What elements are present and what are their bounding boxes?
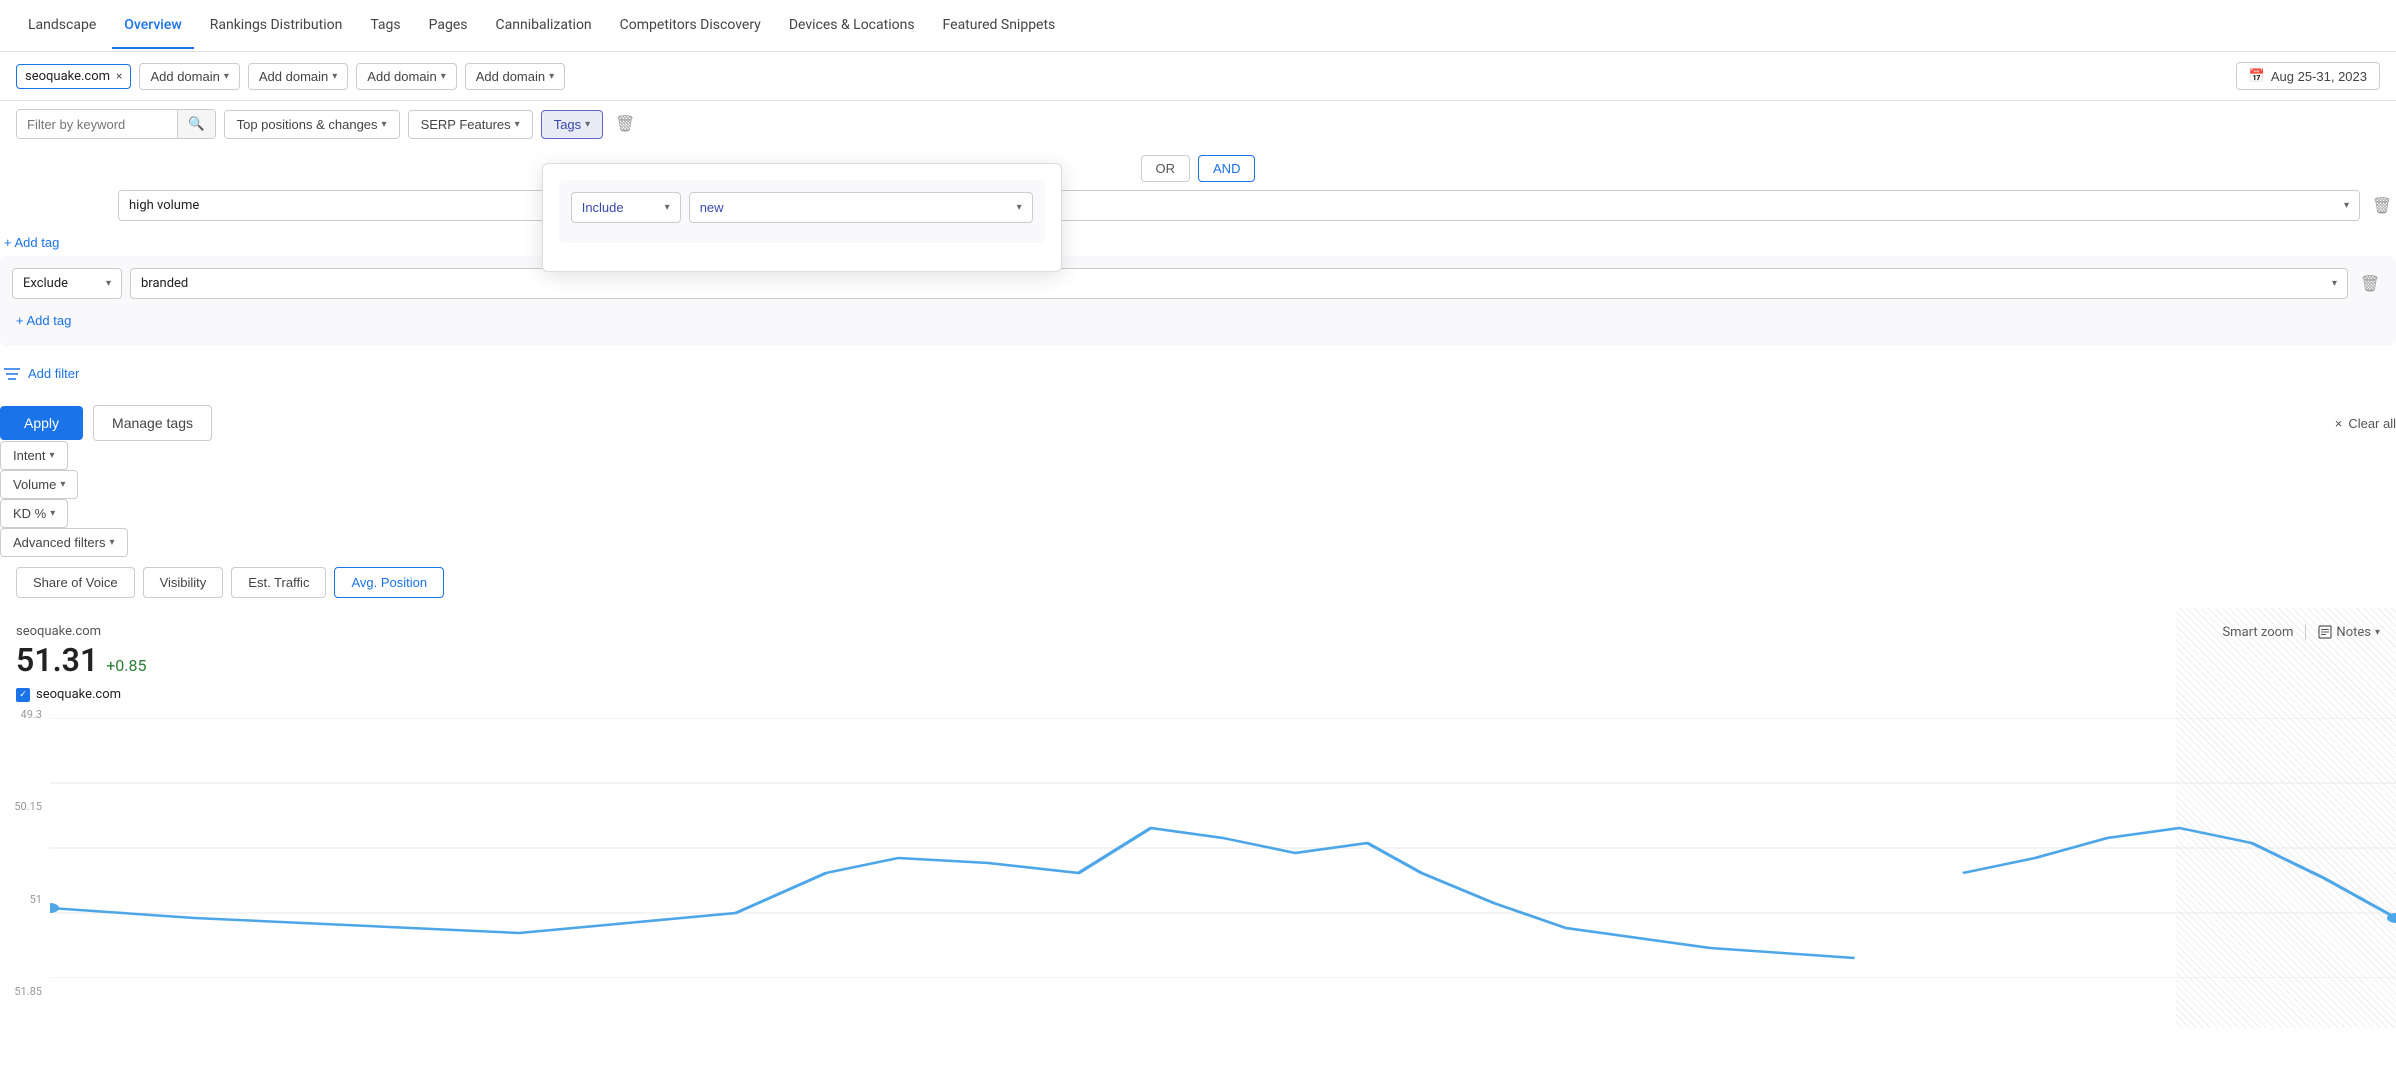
filter-icon: [4, 367, 20, 381]
top-positions-filter[interactable]: Top positions & changes ▾: [224, 110, 400, 139]
include-filter-section: Include ▾ new ▾: [559, 180, 1045, 243]
popup-footer: Apply Manage tags × Clear all: [0, 405, 2396, 441]
chevron-down-icon-10: ▾: [2344, 200, 2349, 211]
add-tag-btn-1[interactable]: + Add tag: [0, 229, 63, 256]
search-icon: 🔍: [188, 116, 205, 131]
domain-chip-label: seoquake.com: [25, 69, 110, 84]
intent-filter[interactable]: Intent ▾: [0, 441, 68, 470]
chevron-down-icon-11: ▾: [106, 278, 111, 289]
close-icon: ×: [2335, 416, 2343, 431]
search-button[interactable]: 🔍: [177, 110, 215, 138]
tab-est-traffic[interactable]: Est. Traffic: [231, 567, 326, 598]
calendar-icon: 📅: [2249, 68, 2265, 84]
apply-button[interactable]: Apply: [0, 406, 83, 440]
delete-row-3-button[interactable]: 🗑: [2356, 270, 2384, 298]
domain-chip-close[interactable]: ×: [116, 69, 122, 83]
nav-item-overview[interactable]: Overview: [112, 3, 193, 49]
nav-item-landscape[interactable]: Landscape: [16, 3, 108, 49]
chevron-down-icon-2: ▾: [332, 71, 337, 82]
or-and-toggle: OR AND: [0, 155, 2396, 182]
chevron-down-icon-6: ▾: [515, 119, 520, 130]
serp-features-filter[interactable]: SERP Features ▾: [408, 110, 533, 139]
chart-area: Smart zoom Notes ▾ seoquake.com 51.31 +0…: [0, 608, 2396, 1028]
nav-item-competitors-discovery[interactable]: Competitors Discovery: [608, 3, 773, 49]
chevron-down-icon-9: ▾: [1017, 202, 1022, 213]
and-button[interactable]: AND: [1198, 155, 1255, 182]
domain-chip-seoquake: seoquake.com ×: [16, 64, 131, 89]
domain-toolbar: seoquake.com × Add domain ▾ Add domain ▾…: [0, 52, 2396, 101]
y-label-4: 51.85: [0, 985, 50, 998]
add-domain-btn-2[interactable]: Add domain ▾: [248, 63, 348, 90]
tags-popup: Include ▾ new ▾: [542, 163, 1062, 272]
delete-row-2-button[interactable]: 🗑: [2368, 192, 2396, 220]
chevron-down-icon-3: ▾: [441, 71, 446, 82]
y-label-3: 51: [0, 893, 50, 906]
chevron-down-icon: ▾: [224, 71, 229, 82]
chart-domain-label: seoquake.com: [16, 624, 2380, 639]
add-tag-btn-2[interactable]: + Add tag: [12, 307, 75, 334]
tag-value-select-3[interactable]: branded ▾: [130, 268, 2348, 299]
advanced-filters[interactable]: Advanced filters ▾: [0, 528, 128, 557]
keyword-input[interactable]: [17, 111, 177, 138]
exclude-select[interactable]: Exclude ▾: [12, 268, 122, 299]
delete-row-1-button[interactable]: 🗑: [611, 110, 639, 138]
add-domain-btn-4[interactable]: Add domain ▾: [465, 63, 565, 90]
nav-item-pages[interactable]: Pages: [417, 3, 480, 49]
add-filter-button[interactable]: Add filter: [0, 358, 83, 389]
kd-filter[interactable]: KD % ▾: [0, 499, 68, 528]
tab-avg-position[interactable]: Avg. Position: [334, 567, 444, 598]
tag-value-select-1[interactable]: new ▾: [689, 192, 1033, 223]
y-label-1: 49.3: [0, 708, 50, 721]
chevron-down-icon-12: ▾: [2332, 278, 2337, 289]
include-row-1: Include ▾ new ▾: [571, 192, 1033, 223]
include-select[interactable]: Include ▾: [571, 192, 681, 223]
tab-visibility[interactable]: Visibility: [143, 567, 224, 598]
nav-item-tags[interactable]: Tags: [358, 3, 412, 49]
legend-label: seoquake.com: [36, 687, 121, 702]
chart-svg: [50, 718, 2396, 978]
metric-tabs: Share of Voice Visibility Est. Traffic A…: [0, 557, 2396, 608]
tab-share-of-voice[interactable]: Share of Voice: [16, 567, 135, 598]
chart-metric-value: 51.31 +0.85: [16, 641, 2380, 679]
y-label-2: 50.15: [0, 800, 50, 813]
volume-filter[interactable]: Volume ▾: [0, 470, 78, 499]
top-navigation: Landscape Overview Rankings Distribution…: [0, 0, 2396, 52]
clear-all-button[interactable]: × Clear all: [2335, 416, 2396, 431]
filter-bar: 🔍 Top positions & changes ▾ SERP Feature…: [0, 101, 2396, 147]
metric-delta: +0.85: [106, 656, 146, 675]
chart-legend: ✓ seoquake.com: [16, 687, 2380, 702]
add-domain-btn-1[interactable]: Add domain ▾: [139, 63, 239, 90]
nav-item-devices-locations[interactable]: Devices & Locations: [777, 3, 927, 49]
tags-filter[interactable]: Tags ▾ Include ▾ new ▾: [541, 110, 604, 139]
tag-value-select-2[interactable]: high volume ▾: [118, 190, 2360, 221]
or-button[interactable]: OR: [1141, 155, 1191, 182]
nav-item-featured-snippets[interactable]: Featured Snippets: [931, 3, 1068, 49]
add-domain-btn-3[interactable]: Add domain ▾: [356, 63, 456, 90]
legend-checkbox[interactable]: ✓: [16, 688, 30, 702]
nav-item-cannibalization[interactable]: Cannibalization: [484, 3, 604, 49]
chevron-down-icon-8: ▾: [665, 202, 670, 213]
manage-tags-button[interactable]: Manage tags: [93, 405, 212, 441]
chevron-down-icon-7: ▾: [585, 119, 590, 130]
chevron-down-icon-16: ▾: [110, 537, 115, 548]
date-range-button[interactable]: 📅 Aug 25-31, 2023: [2236, 62, 2380, 90]
chevron-down-icon-4: ▾: [549, 71, 554, 82]
chevron-down-icon-14: ▾: [60, 479, 65, 490]
include-row-2: high volume ▾ 🗑: [0, 190, 2396, 221]
chevron-down-icon-13: ▾: [50, 450, 55, 461]
keyword-filter-wrap: 🔍: [16, 109, 216, 139]
nav-item-rankings-distribution[interactable]: Rankings Distribution: [198, 3, 355, 49]
chevron-down-icon-15: ▾: [50, 508, 55, 519]
chevron-down-icon-5: ▾: [382, 119, 387, 130]
exclude-filter-section: Exclude ▾ branded ▾ 🗑 + Add tag: [0, 256, 2396, 346]
exclude-row-1: Exclude ▾ branded ▾ 🗑: [12, 268, 2384, 299]
y-axis-labels: 49.3 50.15 51 51.85: [0, 708, 50, 998]
chart-start-dot: [50, 903, 59, 913]
